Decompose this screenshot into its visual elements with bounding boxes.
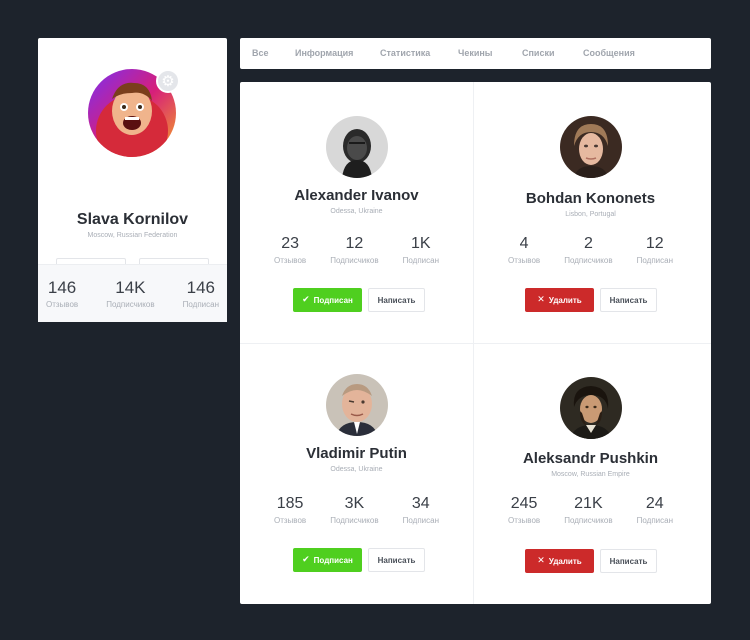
stat-value: 1K — [411, 235, 431, 252]
stat-value: 14K — [115, 278, 146, 297]
stat-value: 3K — [344, 495, 365, 512]
stat-label: Подписчиков — [330, 256, 379, 265]
tab-all[interactable]: Все — [252, 38, 269, 69]
stat-label: Отзывов — [274, 256, 307, 265]
tabs-bar: Все Информация Статистика Чекины Списки … — [240, 38, 711, 69]
stat-value: 21K — [574, 495, 603, 512]
stat-value: 24 — [645, 495, 664, 512]
friend-card: Bohdan Kononets Lisbon, Portugal 4 Отзыв… — [474, 82, 707, 343]
stat-label: Подписан — [636, 256, 673, 265]
button-label: Подписан — [313, 555, 353, 565]
friend-stats: 23 Отзывов 12 Подписчиков 1K Подписан — [274, 234, 439, 265]
profile-stats: 146 Отзывов 14K Подписчиков 146 Подписан — [46, 278, 219, 309]
stat-following[interactable]: 24 Подписан — [637, 494, 673, 525]
tab-info[interactable]: Информация — [295, 38, 353, 69]
stat-label: Подписчиков — [564, 516, 613, 525]
subscribed-button[interactable]: ✔ Подписан — [293, 288, 362, 312]
message-button[interactable]: Написать — [600, 288, 657, 312]
close-icon: ✕ — [537, 556, 545, 566]
subscribed-button[interactable]: ✔ Подписан — [293, 548, 362, 572]
stat-followers[interactable]: 21K Подписчиков — [564, 494, 612, 525]
profile-avatar-wrap: ⚙ — [88, 69, 180, 157]
button-label: Подписан — [313, 295, 353, 305]
profile-location: Moscow, Russian Federation — [87, 232, 178, 239]
stat-followers[interactable]: 3K Подписчиков — [330, 494, 378, 525]
friend-stats: 185 Отзывов 3K Подписчиков 34 Подписан — [274, 494, 439, 525]
friends-grid: Alexander Ivanov Odessa, Ukraine 23 Отзы… — [240, 82, 711, 604]
message-button[interactable]: Написать — [368, 548, 425, 572]
stat-value: 4 — [519, 235, 529, 252]
stat-label: Отзывов — [274, 516, 307, 525]
stat-value: 2 — [583, 235, 593, 252]
stat-label: Отзывов — [46, 300, 79, 309]
profile-name: Slava Kornilov — [76, 211, 189, 228]
stat-following[interactable]: 34 Подписан — [403, 494, 439, 525]
avatar[interactable] — [560, 377, 622, 439]
close-icon: ✕ — [537, 295, 545, 305]
friend-location: Odessa, Ukraine — [330, 208, 383, 215]
friend-actions: ✔ Подписан Написать — [293, 288, 425, 312]
stat-followers[interactable]: 2 Подписчиков — [564, 234, 612, 265]
friend-stats: 245 Отзывов 21K Подписчиков 24 Подписан — [508, 494, 673, 525]
check-icon: ✔ — [302, 295, 310, 305]
stat-label: Подписан — [402, 516, 439, 525]
stat-label: Подписчиков — [330, 516, 379, 525]
friend-actions: ✔ Подписан Написать — [293, 548, 425, 572]
friend-location: Odessa, Ukraine — [330, 466, 383, 473]
stat-value: 12 — [345, 235, 364, 252]
tab-checkins[interactable]: Чекины — [458, 38, 493, 69]
friend-stats: 4 Отзывов 2 Подписчиков 12 Подписан — [508, 234, 673, 265]
stat-value: 23 — [281, 235, 299, 252]
friend-location: Moscow, Russian Empire — [551, 471, 630, 478]
stat-reviews[interactable]: 23 Отзывов — [274, 234, 306, 265]
stat-reviews[interactable]: 245 Отзывов — [508, 494, 540, 525]
message-button[interactable]: Написать — [368, 288, 425, 312]
stat-reviews[interactable]: 4 Отзывов — [508, 234, 540, 265]
stat-value: 12 — [645, 235, 664, 252]
gear-icon[interactable]: ⚙ — [156, 69, 180, 93]
stat-label: Подписчиков — [564, 256, 613, 265]
friend-card: Alexander Ivanov Odessa, Ukraine 23 Отзы… — [240, 82, 473, 343]
stat-label: Подписан — [402, 256, 439, 265]
friend-card: Aleksandr Pushkin Moscow, Russian Empire… — [474, 344, 707, 605]
avatar[interactable] — [326, 374, 388, 436]
stat-followers[interactable]: 12 Подписчиков — [330, 234, 378, 265]
stat-value: 146 — [47, 278, 77, 297]
message-button[interactable]: Написать — [600, 549, 657, 573]
stat-value: 146 — [186, 278, 215, 297]
avatar[interactable] — [326, 116, 388, 178]
tab-lists[interactable]: Списки — [522, 38, 555, 69]
stat-label: Подписан — [636, 516, 673, 525]
friend-card: Vladimir Putin Odessa, Ukraine 185 Отзыв… — [240, 344, 473, 605]
stat-reviews[interactable]: 146 Отзывов — [46, 278, 78, 309]
avatar[interactable] — [560, 116, 622, 178]
stat-value: 245 — [510, 495, 538, 512]
check-icon: ✔ — [302, 555, 310, 565]
stat-following[interactable]: 1K Подписан — [403, 234, 439, 265]
friend-name[interactable]: Bohdan Kononets — [474, 190, 707, 207]
stat-followers[interactable]: 14K Подписчиков — [106, 278, 154, 309]
stat-label: Отзывов — [508, 516, 541, 525]
tab-statistics[interactable]: Статистика — [380, 38, 430, 69]
stat-label: Отзывов — [508, 256, 541, 265]
friend-actions: ✕ Удалить Написать — [525, 549, 657, 573]
stat-following[interactable]: 12 Подписан — [637, 234, 673, 265]
remove-button[interactable]: ✕ Удалить — [525, 549, 594, 573]
friend-name[interactable]: Alexander Ivanov — [240, 187, 473, 204]
stat-value: 185 — [276, 495, 304, 512]
friend-name[interactable]: Vladimir Putin — [240, 445, 473, 462]
friend-name[interactable]: Aleksandr Pushkin — [474, 450, 707, 467]
friend-location: Lisbon, Portugal — [565, 211, 616, 218]
friend-actions: ✕ Удалить Написать — [525, 288, 657, 312]
profile-card: ⚙ Slava Kornilov Moscow, Russian Federat… — [38, 38, 227, 322]
remove-button[interactable]: ✕ Удалить — [525, 288, 594, 312]
stat-value: 34 — [411, 495, 430, 512]
button-label: Удалить — [548, 556, 582, 566]
stat-reviews[interactable]: 185 Отзывов — [274, 494, 306, 525]
button-label: Удалить — [548, 295, 582, 305]
stat-following[interactable]: 146 Подписан — [183, 278, 219, 309]
tab-messages[interactable]: Сообщения — [583, 38, 635, 69]
stat-label: Подписан — [182, 300, 219, 309]
stat-label: Подписчиков — [106, 300, 155, 309]
